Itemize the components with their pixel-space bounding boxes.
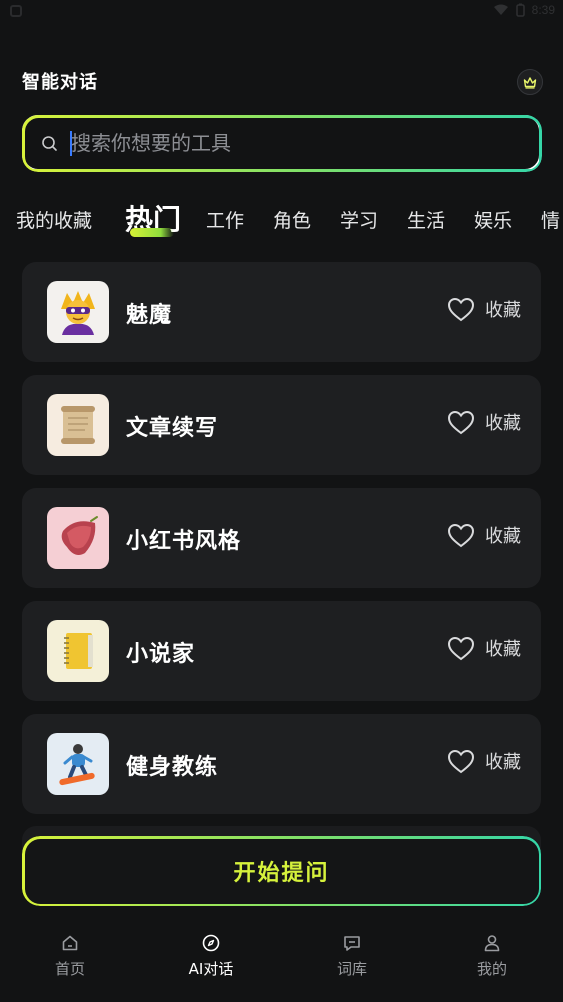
nav-label: AI对话 [188, 960, 234, 978]
sweet-potato-emoji-icon [47, 507, 109, 569]
villain-emoji-icon [47, 281, 109, 343]
nav-label: 词库 [336, 960, 367, 978]
tool-name: 健身教练 [126, 755, 219, 780]
search-input[interactable] [71, 125, 521, 161]
tab-work[interactable]: 工作 [206, 206, 244, 233]
tab-emotion[interactable]: 情 [541, 206, 560, 233]
compass-icon [202, 934, 220, 952]
nav-label: 我的 [476, 960, 507, 978]
favorite-label: 收藏 [485, 526, 521, 547]
user-icon [484, 935, 500, 952]
heart-icon [447, 636, 475, 660]
start-button-label: 开始提问 [233, 861, 330, 886]
message-icon [344, 936, 360, 951]
tool-card[interactable]: 魅魔 收藏 [22, 262, 541, 362]
favorite-button[interactable]: 收藏 [447, 296, 521, 322]
nav-label: 首页 [54, 960, 85, 978]
nav-mine[interactable]: 我的 [447, 934, 537, 979]
tab-life[interactable]: 生活 [407, 206, 445, 233]
favorite-button[interactable]: 收藏 [447, 522, 521, 548]
heart-icon [447, 297, 475, 321]
status-time: 8:39 [531, 3, 555, 17]
search-box[interactable] [22, 115, 541, 171]
notification-icon [10, 5, 22, 17]
search-icon [42, 136, 57, 151]
status-bar: 8:39 [0, 0, 563, 24]
start-question-button[interactable]: 开始提问 [22, 836, 541, 906]
tool-name: 小说家 [126, 642, 196, 667]
home-icon [62, 935, 78, 951]
vip-button[interactable] [517, 69, 543, 95]
favorite-label: 收藏 [485, 752, 521, 773]
heart-icon [447, 410, 475, 434]
category-tabs: 我的收藏 热门 工作 角色 学习 生活 娱乐 情 [0, 196, 563, 246]
tool-card[interactable]: 健身教练 收藏 [22, 714, 541, 814]
status-icons: 8:39 [493, 3, 555, 17]
nav-lexicon[interactable]: 词库 [307, 934, 397, 979]
tool-card[interactable]: 文章续写 收藏 [22, 375, 541, 475]
battery-icon [515, 3, 525, 17]
favorite-label: 收藏 [485, 300, 521, 321]
favorite-button[interactable]: 收藏 [447, 635, 521, 661]
favorite-label: 收藏 [485, 639, 521, 660]
crown-icon [523, 76, 537, 89]
tab-entertainment[interactable]: 娱乐 [474, 206, 512, 233]
tab-favorites[interactable]: 我的收藏 [16, 206, 92, 233]
bottom-navigation: 首页 AI对话 词库 我的 [0, 920, 563, 1002]
favorite-label: 收藏 [485, 413, 521, 434]
tool-name: 魅魔 [126, 303, 173, 328]
scroll-emoji-icon [47, 394, 109, 456]
favorite-button[interactable]: 收藏 [447, 748, 521, 774]
favorite-button[interactable]: 收藏 [447, 409, 521, 435]
notebook-emoji-icon [47, 620, 109, 682]
tool-card[interactable]: 小说家 收藏 [22, 601, 541, 701]
active-tab-indicator [130, 228, 174, 237]
snowboarder-emoji-icon [47, 733, 109, 795]
tool-card[interactable]: 小红书风格 收藏 [22, 488, 541, 588]
tool-name: 文章续写 [126, 416, 219, 441]
heart-icon [447, 523, 475, 547]
app-screen: 8:39 智能对话 我的收藏 热门 工作 角色 学习 生活 娱乐 情 [0, 0, 563, 1002]
tab-study[interactable]: 学习 [340, 206, 378, 233]
page-title: 智能对话 [22, 72, 98, 93]
tab-role[interactable]: 角色 [273, 206, 311, 233]
tool-name: 小红书风格 [126, 529, 242, 554]
heart-icon [447, 749, 475, 773]
nav-home[interactable]: 首页 [25, 934, 115, 979]
wifi-icon [493, 4, 508, 15]
nav-ai-chat[interactable]: AI对话 [166, 934, 256, 979]
